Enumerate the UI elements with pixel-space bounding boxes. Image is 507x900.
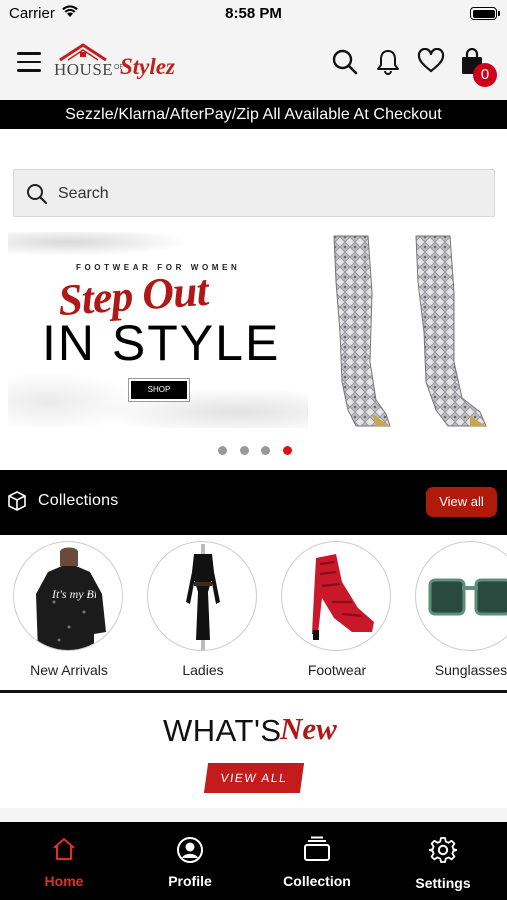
snakeskin-boots-image — [333, 235, 487, 427]
app-header: HOUSE OF Stylez — [0, 28, 507, 100]
user-circle-icon — [177, 837, 203, 863]
cart-count-badge[interactable]: 0 — [473, 63, 497, 87]
tab-profile[interactable]: Profile — [127, 822, 253, 900]
collection-item-footwear[interactable]: Footwear — [281, 541, 393, 686]
logo-word-stylez: Stylez — [120, 54, 175, 79]
carousel-pagination — [0, 446, 507, 458]
hero-headline: IN STYLE — [42, 315, 281, 371]
shirt-text: It's my Birthday — [51, 587, 96, 601]
collection-label: New Arrivals — [30, 662, 108, 678]
payment-promo-banner: Sezzle/Klarna/AfterPay/Zip All Available… — [0, 100, 507, 129]
gear-icon — [429, 837, 457, 863]
logo-word-house: HOUSE — [54, 60, 114, 79]
hero-shop-button[interactable]: SHOP — [128, 378, 190, 402]
battery-icon — [470, 7, 500, 20]
hero-banner[interactable]: FOOTWEAR FOR WOMEN Step Out IN STYLE SHO… — [8, 232, 499, 428]
content-bottom-strip — [0, 808, 507, 822]
search-placeholder: Search — [58, 185, 109, 202]
clock: 8:58 PM — [225, 5, 282, 22]
tab-label: Settings — [415, 875, 471, 891]
collection-item-sunglasses[interactable]: Sunglasses — [415, 541, 507, 686]
whats-new-script: New — [280, 711, 337, 746]
collection-label: Ladies — [182, 662, 224, 678]
new-arrivals-image: It's my Birthday — [13, 541, 123, 651]
tab-label: Home — [44, 873, 84, 889]
collections-view-all-button[interactable]: View all — [426, 487, 497, 517]
collection-label: Sunglasses — [434, 662, 507, 678]
collection-item-ladies[interactable]: Ladies — [147, 541, 259, 686]
sunglasses-image — [415, 541, 507, 651]
collection-label: Footwear — [307, 662, 367, 678]
stack-icon — [304, 836, 330, 861]
footwear-image — [281, 541, 391, 651]
shirt-print: It's my Birthday — [51, 587, 96, 601]
home-icon — [53, 838, 75, 860]
search-icon[interactable] — [331, 48, 359, 76]
whats-new-section: WHAT'S New VIEW ALL — [0, 693, 507, 811]
collections-title: Collections — [38, 492, 119, 509]
tab-collection[interactable]: Collection — [254, 822, 380, 900]
bottom-tab-bar: Home Profile Collection Settings — [0, 822, 507, 900]
carousel-dot[interactable] — [218, 446, 227, 455]
search-input[interactable]: Search — [13, 169, 495, 217]
menu-icon[interactable] — [17, 52, 41, 72]
whats-new-view-all-button[interactable]: VIEW ALL — [203, 763, 305, 793]
tab-label: Collection — [283, 873, 351, 889]
search-icon — [27, 184, 48, 205]
heart-icon[interactable] — [417, 48, 445, 74]
tab-home[interactable]: Home — [1, 822, 127, 900]
bell-icon[interactable] — [375, 48, 401, 76]
tab-label: Profile — [168, 873, 212, 889]
ladies-image — [147, 541, 257, 651]
carousel-dot[interactable] — [261, 446, 270, 455]
whats-new-title: WHAT'S — [163, 713, 282, 748]
collections-list: It's my Birthday New Arrivals Ladies Foo… — [0, 535, 507, 690]
house-roof-icon — [59, 43, 107, 62]
carousel-dot-active[interactable] — [283, 446, 292, 455]
collection-item-new-arrivals[interactable]: It's my Birthday New Arrivals — [13, 541, 125, 686]
store-logo[interactable]: HOUSE OF Stylez — [54, 42, 178, 86]
status-bar: Carrier 8:58 PM — [0, 0, 507, 28]
tab-settings[interactable]: Settings — [380, 822, 506, 900]
carousel-dot[interactable] — [240, 446, 249, 455]
box-icon — [8, 491, 26, 511]
